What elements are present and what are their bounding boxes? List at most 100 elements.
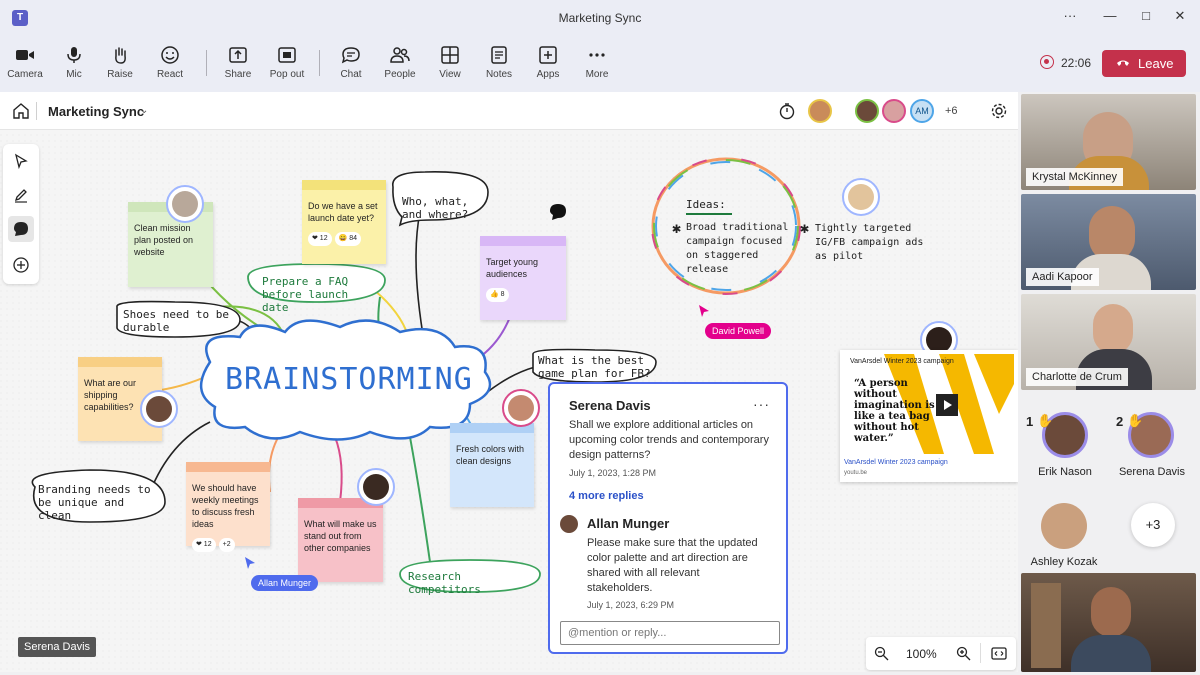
thumbs-up-reaction[interactable]: 👍 8 bbox=[486, 288, 509, 302]
leave-button[interactable]: Leave bbox=[1102, 50, 1186, 77]
video-embed-card[interactable]: VanArsdel Winter 2023 campaign “A person… bbox=[840, 350, 1018, 482]
react-label: React bbox=[156, 69, 184, 80]
people-icon bbox=[390, 47, 410, 63]
avatar[interactable] bbox=[357, 468, 395, 506]
more-options-icon[interactable]: ··· bbox=[1058, 8, 1082, 28]
raise-hand-button[interactable]: Raise bbox=[97, 46, 143, 80]
pen-tool[interactable] bbox=[8, 182, 34, 208]
comment-tool[interactable] bbox=[8, 216, 34, 242]
fit-to-screen-icon[interactable] bbox=[991, 646, 1007, 661]
apps-label: Apps bbox=[536, 69, 560, 80]
more-options-icon[interactable]: ··· bbox=[753, 396, 770, 412]
share-button[interactable]: Share bbox=[215, 46, 261, 80]
minimize-button[interactable]: — bbox=[1098, 8, 1122, 28]
video-source: youtu.be bbox=[844, 470, 868, 476]
avatar[interactable] bbox=[855, 99, 879, 123]
sticky-note[interactable]: Fresh colors with clean designs bbox=[450, 423, 534, 507]
select-tool[interactable] bbox=[8, 148, 34, 174]
pen-icon bbox=[14, 189, 27, 203]
avatar[interactable] bbox=[882, 99, 906, 123]
laugh-reaction[interactable]: 😄 84 bbox=[334, 232, 362, 246]
add-tool[interactable] bbox=[8, 252, 34, 278]
brainstorming-title[interactable]: BRAINSTORMING bbox=[225, 362, 473, 397]
meeting-toolbar: Camera Mic Raise React Share Pop out Cha… bbox=[0, 36, 1200, 92]
camera-button[interactable]: Camera bbox=[2, 46, 48, 80]
avatar[interactable] bbox=[502, 389, 540, 427]
video-link[interactable]: VanArsdel Winter 2023 campaign bbox=[844, 459, 948, 466]
avatar[interactable] bbox=[842, 178, 880, 216]
video-tile[interactable]: Aadi Kapoor bbox=[1021, 194, 1196, 290]
participant-video bbox=[1091, 587, 1131, 637]
apps-button[interactable]: Apps bbox=[525, 46, 571, 80]
handwritten-note[interactable]: Branding needs to be unique and clean bbox=[38, 483, 163, 522]
react-button[interactable]: React bbox=[147, 46, 193, 80]
reply-author: Allan Munger bbox=[587, 516, 670, 531]
more-participants-button[interactable]: +3 bbox=[1131, 503, 1175, 547]
participant-video bbox=[1071, 635, 1151, 672]
sticky-text: Clean mission plan posted on website bbox=[134, 223, 194, 257]
handwritten-note[interactable]: What is the best game plan for FB? bbox=[538, 354, 653, 380]
reply-date: July 1, 2023, 6:29 PM bbox=[587, 600, 675, 610]
heart-reaction[interactable]: ❤ 12 bbox=[192, 538, 216, 552]
home-icon[interactable] bbox=[12, 102, 30, 120]
close-window-button[interactable]: ✕ bbox=[1168, 8, 1192, 28]
avatar[interactable] bbox=[808, 99, 832, 123]
reply-input[interactable]: @mention or reply... bbox=[560, 621, 780, 645]
people-button[interactable]: People bbox=[377, 46, 423, 80]
zoom-in-icon[interactable] bbox=[956, 646, 971, 661]
sticky-note[interactable]: Target young audiences 👍 8 bbox=[480, 236, 566, 320]
video-tile[interactable]: Charlotte de Crum bbox=[1021, 294, 1196, 390]
avatar bbox=[560, 515, 578, 533]
video-tile[interactable]: Krystal McKinney bbox=[1021, 94, 1196, 190]
handwritten-note[interactable]: Tightly targeted IG/FB campaign ads as p… bbox=[815, 222, 925, 264]
add-icon bbox=[13, 257, 29, 273]
window-title: Marketing Sync bbox=[558, 11, 642, 25]
header-divider bbox=[36, 102, 37, 120]
zoom-level: 100% bbox=[906, 647, 937, 661]
handwritten-note[interactable]: Shoes need to be durable bbox=[123, 308, 233, 334]
handwritten-note[interactable]: Research competitors bbox=[408, 570, 538, 596]
avatar[interactable] bbox=[166, 185, 204, 223]
more-icon bbox=[589, 53, 605, 57]
comment-thread-panel: Serena Davis ··· Shall we explore additi… bbox=[548, 382, 788, 654]
sticky-note[interactable]: Do we have a set launch date yet? ❤ 12 😄 … bbox=[302, 180, 386, 264]
play-icon[interactable] bbox=[936, 394, 958, 416]
whiteboard-canvas[interactable]: Marketing Sync ⌄ AM +6 Clean mission pla… bbox=[0, 92, 1018, 672]
gear-icon[interactable] bbox=[990, 102, 1008, 120]
sticky-tag bbox=[78, 357, 162, 367]
more-button[interactable]: More bbox=[574, 46, 620, 80]
share-icon bbox=[229, 47, 247, 63]
notes-button[interactable]: Notes bbox=[476, 46, 522, 80]
sticky-text: What will make us stand out from other c… bbox=[304, 519, 377, 553]
chevron-down-icon[interactable]: ⌄ bbox=[140, 105, 148, 116]
view-button[interactable]: View bbox=[427, 46, 473, 80]
avatar-initials[interactable]: AM bbox=[910, 99, 934, 123]
sticky-note[interactable]: We should have weekly meetings to discus… bbox=[186, 462, 270, 552]
heart-reaction[interactable]: ❤ 12 bbox=[308, 232, 332, 246]
maximize-button[interactable]: □ bbox=[1134, 8, 1158, 28]
chat-label: Chat bbox=[340, 69, 362, 80]
mic-button[interactable]: Mic bbox=[51, 46, 97, 80]
mic-label: Mic bbox=[66, 69, 82, 80]
avatar[interactable] bbox=[140, 390, 178, 428]
pop-out-button[interactable]: Pop out bbox=[264, 46, 310, 80]
participants-overflow[interactable]: +6 bbox=[945, 105, 958, 117]
sticky-note[interactable]: What will make us stand out from other c… bbox=[298, 498, 383, 582]
handwritten-note[interactable]: Prepare a FAQ before launch date bbox=[262, 275, 380, 314]
chat-button[interactable]: Chat bbox=[328, 46, 374, 80]
more-replies-link[interactable]: 4 more replies bbox=[569, 490, 644, 502]
raise-hand-icon: ✋ bbox=[1127, 413, 1144, 428]
comment-marker-icon[interactable] bbox=[549, 203, 567, 221]
handwritten-note[interactable]: Who, what, and where? bbox=[402, 195, 487, 221]
video-tile[interactable] bbox=[1021, 573, 1196, 672]
board-title[interactable]: Marketing Sync bbox=[48, 104, 144, 119]
ideas-heading[interactable]: Ideas: bbox=[686, 198, 726, 211]
handwritten-note[interactable]: Broad traditional campaign focused on st… bbox=[686, 221, 791, 277]
timer-icon[interactable] bbox=[778, 102, 796, 120]
zoom-out-icon[interactable] bbox=[874, 646, 889, 661]
star-icon: ✱ bbox=[672, 219, 682, 237]
sticky-text: We should have weekly meetings to discus… bbox=[192, 483, 259, 529]
video-thumbnail[interactable]: VanArsdel Winter 2023 campaign “A person… bbox=[844, 354, 1014, 454]
more-reactions[interactable]: +2 bbox=[218, 538, 235, 552]
notes-icon bbox=[491, 46, 507, 64]
